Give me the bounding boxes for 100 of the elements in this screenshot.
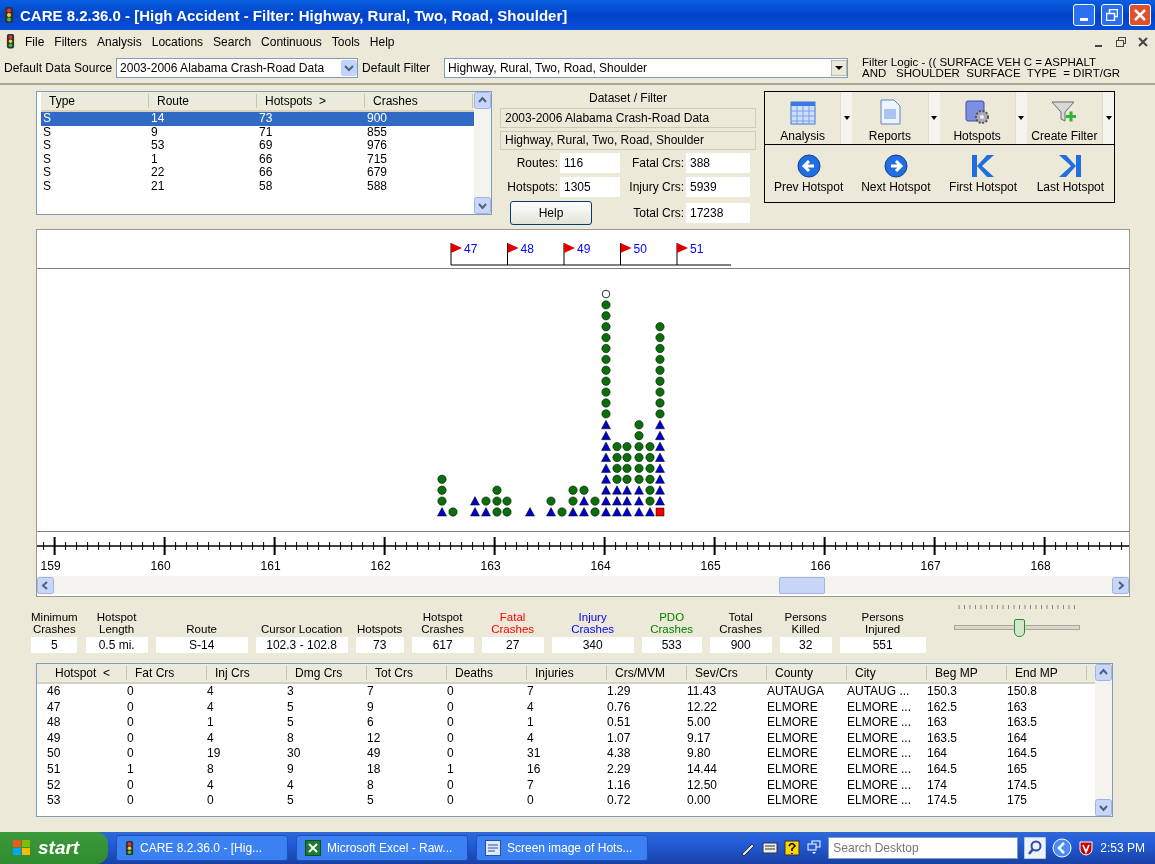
toolbar-button[interactable]: Hotspots bbox=[939, 92, 1015, 144]
column-header[interactable]: Type bbox=[41, 94, 149, 108]
column-header[interactable]: Inj Crs bbox=[207, 666, 287, 680]
flag-marker[interactable] bbox=[450, 242, 462, 266]
scroll-bar[interactable] bbox=[1095, 664, 1112, 816]
stat-label: Fatal Crashes bbox=[491, 611, 535, 635]
column-header[interactable]: Injuries bbox=[527, 666, 607, 680]
flag-marker[interactable] bbox=[507, 242, 519, 266]
nav-button[interactable]: Next Hotspot bbox=[852, 145, 940, 202]
scroll-thumb[interactable] bbox=[779, 576, 825, 594]
route-row[interactable]: S 14 73 900 bbox=[41, 112, 474, 126]
taskbar-button[interactable]: Microsoft Excel - Raw... bbox=[296, 835, 468, 861]
toolbar-button[interactable]: Reports bbox=[852, 92, 928, 144]
table-cell-text: 1.29 bbox=[607, 684, 632, 700]
circle-marker bbox=[601, 300, 611, 310]
start-button[interactable]: start bbox=[0, 832, 108, 864]
triangle-marker bbox=[437, 507, 447, 517]
circle-marker bbox=[502, 496, 512, 506]
keyboard-icon[interactable] bbox=[762, 840, 779, 856]
column-header[interactable]: Hotspot < bbox=[47, 666, 127, 680]
table-cell-text: 12.22 bbox=[687, 699, 719, 716]
route-row[interactable]: S 21 58 588 bbox=[41, 179, 474, 193]
circle-marker bbox=[645, 496, 655, 506]
column-header[interactable]: Hotspots > bbox=[257, 94, 365, 108]
restore-button[interactable] bbox=[1101, 4, 1123, 26]
route-row[interactable]: S 22 66 679 bbox=[41, 166, 474, 180]
nav-button[interactable]: Prev Hotspot bbox=[765, 145, 853, 202]
field-label: Default Filter bbox=[362, 61, 431, 75]
axis-label: 161 bbox=[260, 559, 281, 573]
circle-marker bbox=[645, 442, 655, 452]
nav-button[interactable]: First Hotspot bbox=[939, 145, 1027, 202]
column-header[interactable]: Dmg Crs bbox=[287, 666, 367, 680]
route-row[interactable]: S 9 71 855 bbox=[41, 125, 474, 139]
close-button[interactable] bbox=[1129, 4, 1151, 26]
shield-icon[interactable] bbox=[1078, 840, 1095, 856]
nav-button[interactable]: Last Hotspot bbox=[1026, 145, 1114, 202]
stat-label: Injury Crashes bbox=[571, 611, 615, 635]
column-header[interactable]: Fat Crs bbox=[127, 666, 207, 680]
flag-marker[interactable] bbox=[620, 242, 632, 266]
restore-icon[interactable] bbox=[1115, 35, 1127, 48]
help-button[interactable]: Help bbox=[510, 201, 592, 225]
skip-last-icon bbox=[1057, 153, 1084, 178]
table-cell-text: ELMORE ... bbox=[847, 761, 912, 778]
value-field: 32 bbox=[779, 637, 832, 653]
table-cell-text: ELMORE ... bbox=[847, 777, 912, 794]
menu-item[interactable]: Locations bbox=[151, 34, 204, 49]
menu-item[interactable]: File bbox=[25, 34, 45, 49]
scroll-bar[interactable] bbox=[37, 576, 1129, 594]
column-header[interactable]: End MP bbox=[1007, 666, 1087, 680]
toolbar-button[interactable]: Create Filter bbox=[1026, 92, 1102, 144]
search-icon[interactable] bbox=[1024, 837, 1047, 859]
table-cell-text: 2.29 bbox=[607, 761, 632, 778]
toolbar-button[interactable]: Analysis bbox=[765, 92, 841, 144]
table-cell-text: 8 bbox=[287, 730, 295, 747]
menu-item[interactable]: Filters bbox=[54, 34, 87, 49]
column-header[interactable]: Route bbox=[149, 94, 257, 108]
caret-down-icon[interactable] bbox=[831, 60, 848, 76]
chevron-down-icon[interactable] bbox=[341, 60, 358, 76]
back-icon[interactable] bbox=[1052, 838, 1073, 858]
minimize-button[interactable] bbox=[1073, 4, 1095, 26]
column-header[interactable]: Sev/Crs bbox=[687, 666, 767, 680]
column-header[interactable]: Tot Crs bbox=[367, 666, 447, 680]
data-source-dropdown[interactable]: 2003-2006 Alabama Crash-Road Data bbox=[116, 58, 359, 78]
route-row[interactable]: S 1 66 715 bbox=[41, 152, 474, 166]
table-cell-text: 164.5 bbox=[927, 761, 959, 778]
scroll-bar[interactable] bbox=[474, 92, 491, 214]
flag-label: 51 bbox=[690, 242, 704, 256]
help-icon[interactable] bbox=[784, 840, 801, 856]
column-header[interactable]: Crashes bbox=[365, 94, 473, 108]
flag-label: 47 bbox=[464, 242, 478, 256]
search-field[interactable]: Search Desktop bbox=[828, 837, 1019, 859]
column-header[interactable]: Crs/MVM bbox=[607, 666, 687, 680]
menu-item[interactable]: Continuous bbox=[261, 34, 322, 49]
menu-item[interactable]: Search bbox=[213, 34, 252, 49]
taskbar-button[interactable]: CARE 8.2.36.0 - [Hig... bbox=[116, 835, 288, 861]
column-header[interactable]: City bbox=[847, 666, 927, 680]
column-header[interactable]: County bbox=[767, 666, 847, 680]
table-cell-text: 6 bbox=[367, 715, 375, 731]
column-header[interactable]: Beg MP bbox=[927, 666, 1007, 680]
column-header[interactable]: Deaths bbox=[447, 666, 527, 680]
filter-dropdown[interactable]: Highway, Rural, Two, Road, Shoulder bbox=[444, 58, 849, 78]
triangle-marker bbox=[622, 507, 632, 517]
table-cell-text: 9.17 bbox=[687, 730, 712, 747]
close-icon[interactable] bbox=[1137, 35, 1149, 48]
menu-item[interactable]: Analysis bbox=[97, 34, 142, 49]
route-row[interactable]: S 53 69 976 bbox=[41, 139, 474, 153]
dropdown-button[interactable] bbox=[1102, 92, 1114, 144]
menu-item[interactable]: Tools bbox=[331, 34, 360, 49]
flag-marker[interactable] bbox=[676, 242, 688, 266]
circle-marker bbox=[645, 474, 655, 484]
menu-item[interactable]: Help bbox=[369, 34, 395, 49]
flag-marker[interactable] bbox=[563, 242, 575, 266]
axis-label: 166 bbox=[810, 559, 831, 573]
table-cell-text: AUTAUG ... bbox=[847, 684, 911, 700]
slider-thumb[interactable] bbox=[1014, 619, 1026, 637]
table-cell-text: 50 bbox=[47, 746, 62, 762]
taskbar-button[interactable]: Screen image of Hots... bbox=[476, 835, 648, 861]
axis-label: 163 bbox=[480, 559, 501, 573]
table-cell-text: 4.38 bbox=[607, 746, 632, 762]
windows-icon[interactable] bbox=[806, 840, 823, 856]
